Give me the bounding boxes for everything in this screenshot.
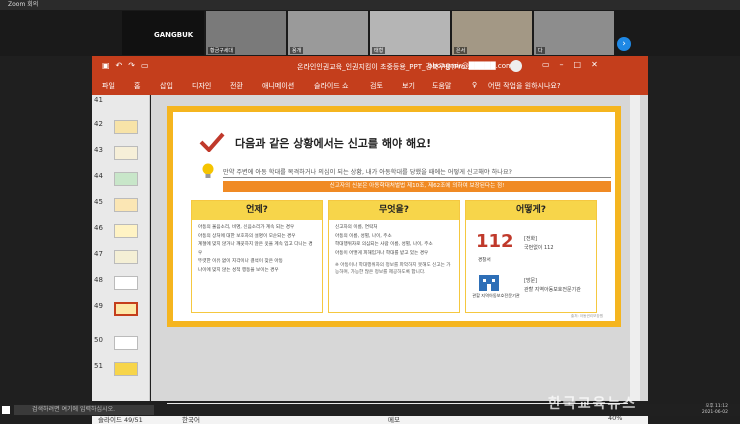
participant-name: 황금구세대 [208, 47, 236, 54]
slide-thumbnail[interactable]: 46 [92, 223, 150, 249]
participant-tile[interactable]: 은서 [452, 11, 532, 55]
slide-thumbnail[interactable]: 48 [92, 275, 150, 301]
windows-start-icon[interactable] [2, 406, 10, 414]
slide-thumbnail[interactable]: 43 [92, 145, 150, 171]
quick-access-toolbar[interactable]: ▣↶↷▭ [102, 61, 155, 70]
when-item: 아동의 상처에 대한 보호자의 설명이 모순되는 경우 [198, 233, 296, 239]
when-item: 계절에 맞지 않거나 깨끗하지 않은 옷을 계속 입고 다니는 경우 [198, 242, 313, 256]
when-item: 나이에 맞지 않는 성적 행동을 보이는 경우 [198, 267, 279, 273]
tell-me-icon: ♀ [472, 81, 478, 89]
tab-slideshow[interactable]: 슬라이드 쇼 [314, 81, 348, 91]
window-controls[interactable]: ▭–□✕ [542, 60, 608, 69]
what-box: 무엇을? 신고자의 이름, 연락처 아동의 이름, 성별, 나이, 주소 학대행… [328, 200, 460, 313]
what-item: 학대행위자로 의심되는 사람 이름, 성별, 나이, 주소 [335, 242, 433, 248]
tab-file[interactable]: 파일 [102, 81, 115, 91]
how-header: 어떻게? [466, 201, 596, 220]
taskbar-clock: 오후 11:12 2021-06-02 [701, 404, 728, 415]
when-box: 언제? 아동의 울음소리, 비명, 신음소리가 계속 되는 경우 아동의 상처에… [191, 200, 323, 313]
how-box: 어떻게? 112 경찰서 [전화] 국번없이 112 관할 지역아동보호전문기관… [465, 200, 597, 313]
user-avatar-icon[interactable] [510, 60, 522, 72]
building-icon [479, 275, 499, 291]
what-item: 아동이 어떻게 피해입거나 학대를 받고 있는 경우 [335, 250, 429, 256]
tab-insert[interactable]: 삽입 [160, 81, 173, 91]
slide-content: 다음과 같은 상황에서는 신고를 해야 해요! 만약 주변에 아동 학대를 목격… [173, 112, 615, 321]
slide-frame: 다음과 같은 상황에서는 신고를 해야 해요! 만약 주변에 아동 학대를 목격… [167, 106, 621, 327]
vertical-scrollbar[interactable] [630, 95, 640, 401]
what-note: ※ 아동이나 학대행위자의 정보를 파악하지 못해도 신고는 가능하며, 가능한… [335, 263, 451, 276]
participant-name: GANGBUK [154, 31, 194, 39]
ppt-title-bar: ▣↶↷▭ 온라인인권교육_인권지킴이 초중등용_PPT_강북구용(Pro... … [92, 56, 648, 77]
slide-thumbnail-selected[interactable]: 49 [92, 301, 150, 327]
slide-question: 만약 주변에 아동 학대를 목격하거나 의심이 되는 상황, 내가 아동학대를 … [223, 167, 611, 178]
tab-animations[interactable]: 애니메이션 [262, 81, 294, 91]
slide-title: 다음과 같은 상황에서는 신고를 해야 해요! [235, 137, 432, 150]
what-item: 아동의 이름, 성별, 나이, 주소 [335, 233, 392, 239]
participant-name: 은서 [454, 47, 468, 54]
participant-name: 용개 [290, 47, 304, 54]
participant-tile[interactable]: 용개 [288, 11, 368, 55]
tell-me-search[interactable]: 어떤 작업을 원하시나요? [488, 81, 561, 91]
when-item: 아동의 울음소리, 비명, 신음소리가 계속 되는 경우 [198, 225, 295, 230]
slide-thumbnails-panel[interactable]: 41 42 43 44 45 46 47 48 49 50 51 [92, 95, 150, 401]
slide-thumbnail[interactable]: 41 [92, 95, 150, 121]
slide-thumbnail[interactable]: 44 [92, 171, 150, 197]
police-label: 경찰서 [478, 258, 491, 263]
what-header: 무엇을? [329, 201, 459, 220]
tab-design[interactable]: 디자인 [192, 81, 211, 91]
agency-label: 관할 지역아동보호전문기관 [472, 293, 520, 298]
slide-notice: 신고자의 신분은 아동학대처벌법 제10조, 제62조에 의하여 보장된다는 점… [223, 181, 611, 192]
watermark: 한국교육뉴스 [548, 396, 638, 412]
next-page-icon[interactable]: › [617, 37, 631, 51]
slide-editor[interactable]: 다음과 같은 상황에서는 신고를 해야 해요! 만약 주변에 아동 학대를 목격… [151, 95, 648, 401]
participant-tile-main[interactable]: GANGBUK [122, 11, 204, 55]
user-account[interactable]: bbongmir@█████.com [428, 62, 513, 70]
when-header: 언제? [192, 201, 322, 220]
participant-tile[interactable]: 태형 [370, 11, 450, 55]
what-item: 신고자의 이름, 연락처 [335, 225, 378, 230]
tab-view[interactable]: 보기 [402, 81, 415, 91]
slide-source: 출처: 아동권리보장원 [570, 314, 603, 318]
slide-thumbnail[interactable]: 42 [92, 119, 150, 145]
slide-thumbnail[interactable]: 47 [92, 249, 150, 275]
tab-help[interactable]: 도움말 [432, 81, 451, 91]
tab-review[interactable]: 검토 [370, 81, 383, 91]
tab-transitions[interactable]: 전환 [230, 81, 243, 91]
participant-name: 다 [536, 47, 545, 54]
zoom-window-title: Zoom 회의 [0, 0, 740, 10]
video-gallery: GANGBUK 황금구세대 용개 태형 은서 다 › [0, 10, 740, 56]
slide-thumbnail[interactable]: 51 [92, 361, 150, 387]
police-number: 112 [476, 231, 514, 252]
taskbar-search[interactable]: 검색하려면 여기에 입력하십시오. [14, 405, 154, 415]
participant-tile[interactable]: 황금구세대 [206, 11, 286, 55]
when-item: 뚜렷한 이유 없이 지각이나 결석이 잦은 아동 [198, 259, 283, 265]
tab-home[interactable]: 홈 [134, 81, 140, 91]
participant-name: 태형 [372, 47, 386, 54]
slide-thumbnail[interactable]: 45 [92, 197, 150, 223]
lightbulb-icon [202, 163, 214, 178]
ribbon-tabs: 파일 홈 삽입 디자인 전환 애니메이션 슬라이드 쇼 검토 보기 도움말 ♀ … [92, 77, 648, 95]
agency-info: [방문] 관할 지역아동보호전문기관 [524, 278, 581, 293]
police-info: [전화] 국번없이 112 [524, 236, 554, 251]
slide-thumbnail[interactable]: 50 [92, 335, 150, 361]
checkmark-icon [199, 132, 225, 152]
participant-tile[interactable]: 다 [534, 11, 614, 55]
